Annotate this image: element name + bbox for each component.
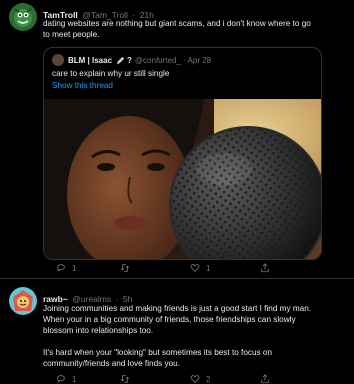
reply-button[interactable]: 1: [56, 263, 120, 273]
separator-dot: ·: [182, 55, 186, 65]
like-button[interactable]: 1: [190, 263, 260, 273]
retweet-button[interactable]: [120, 263, 190, 273]
quote-display-name: BLM | Isaac: [68, 55, 113, 65]
tweet-actions: 1 2: [56, 374, 270, 384]
reply-icon: [57, 375, 65, 383]
reply-icon: [57, 264, 65, 272]
share-button[interactable]: [260, 374, 270, 384]
quote-header: BLM | Isaac ? @confurted_ · Apr 28: [52, 54, 211, 66]
retweet-button[interactable]: [120, 374, 190, 384]
like-button[interactable]: 2: [190, 374, 260, 384]
tweet-text-line: It's hard when your "looking" but someti…: [43, 348, 273, 357]
pen-icon: [116, 56, 125, 65]
quote-handle: @confurted_: [134, 55, 181, 65]
tweet-text: dating websites are nothing but giant sc…: [43, 18, 349, 40]
like-count: 2: [206, 374, 211, 384]
quoted-tweet[interactable]: BLM | Isaac ? @confurted_ · Apr 28 care …: [43, 47, 322, 260]
quote-media-image[interactable]: [44, 99, 321, 259]
share-icon: [261, 263, 269, 273]
tweet-text-line: to meet people.: [43, 30, 100, 39]
like-count: 1: [206, 263, 211, 273]
reply-count: 1: [72, 263, 77, 273]
tweet-text-line: dating websites are nothing but giant sc…: [43, 19, 311, 28]
quote-timestamp: Apr 28: [187, 55, 212, 65]
tweet-text-line: Joining communities and making friends i…: [43, 304, 312, 313]
show-thread-link[interactable]: Show this thread: [52, 81, 113, 90]
tweet-text-line: community/friends and love finds you.: [43, 359, 180, 368]
tweet-rawb[interactable]: rawb~ @urealms · 5h Joining communities …: [0, 279, 354, 384]
quote-text: care to explain why ur still single: [52, 69, 170, 78]
tweet-tamtroll[interactable]: TamTroll @Tam_Troll · 21h dating website…: [0, 0, 354, 278]
rawb-avatar-icon: [9, 287, 37, 315]
avatar[interactable]: [9, 3, 37, 31]
share-button[interactable]: [260, 263, 270, 273]
microphone-photo: [44, 99, 321, 259]
tweet-text-line: When your in a big community of friends,…: [43, 315, 296, 324]
retweet-icon: [120, 264, 130, 272]
retweet-icon: [120, 375, 130, 383]
share-icon: [261, 374, 269, 384]
reply-count: 1: [72, 374, 77, 384]
tweet-actions: 1 1: [56, 263, 270, 273]
heart-icon: [190, 375, 200, 383]
avatar[interactable]: [9, 287, 37, 315]
quote-avatar[interactable]: [52, 54, 64, 66]
troll-avatar-icon: [9, 3, 37, 31]
quote-name-suffix: ?: [127, 55, 132, 65]
tweet-text-line: blossom into relationships too.: [43, 326, 154, 335]
tweet-text: Joining communities and making friends i…: [43, 303, 351, 369]
heart-icon: [190, 264, 200, 272]
reply-button[interactable]: 1: [56, 374, 120, 384]
